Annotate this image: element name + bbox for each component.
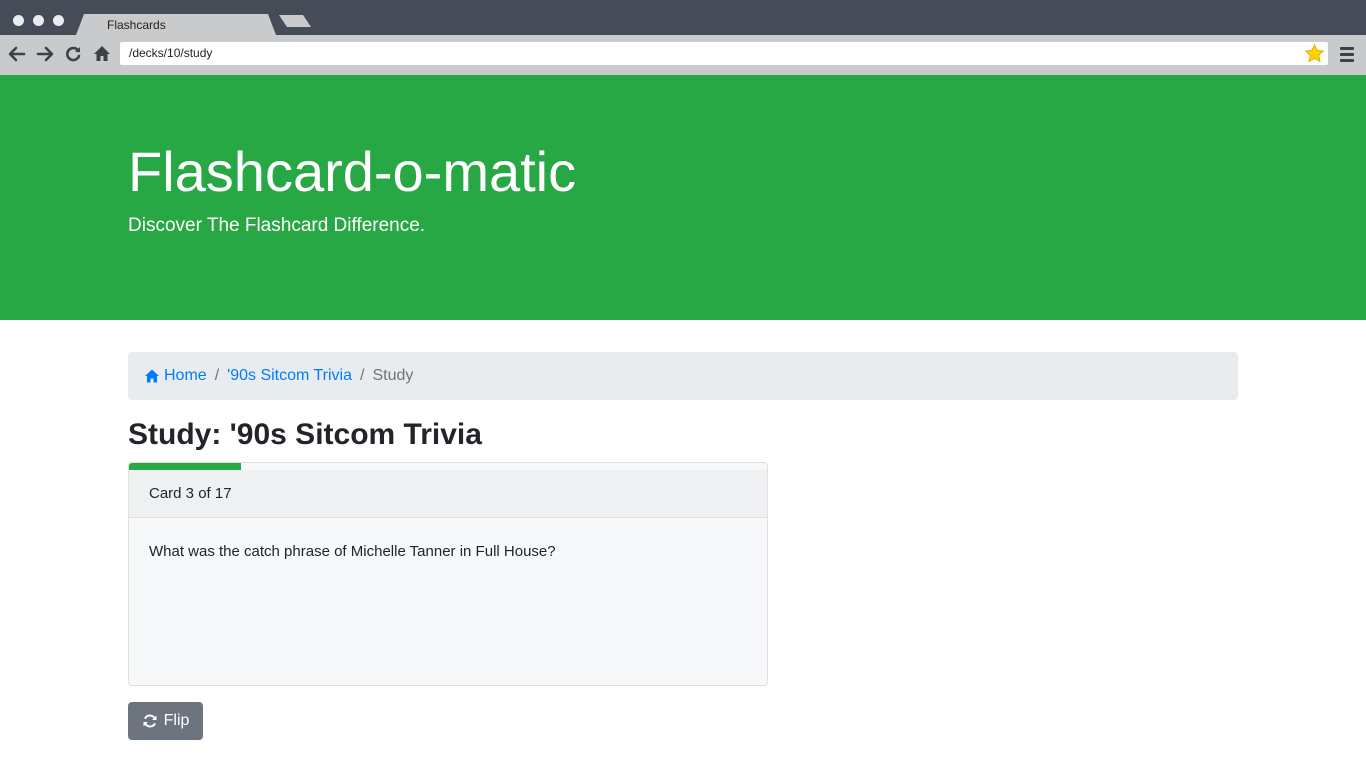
flip-button[interactable]: Flip — [128, 702, 203, 740]
header-jumbotron: Flashcard-o-matic Discover The Flashcard… — [0, 75, 1366, 320]
browser-menu-icon[interactable] — [1340, 44, 1356, 64]
home-nav-icon[interactable] — [92, 44, 112, 64]
breadcrumb-separator: / — [214, 367, 220, 384]
window-maximize-dot[interactable] — [53, 15, 64, 26]
address-bar[interactable]: /decks/10/study — [120, 42, 1328, 65]
star-icon[interactable] — [1304, 43, 1325, 64]
reload-icon[interactable] — [63, 44, 83, 64]
study-progress-bar — [129, 463, 767, 470]
browser-tab-title: Flashcards — [107, 18, 166, 32]
breadcrumb: Home / '90s Sitcom Trivia / Study — [128, 352, 1238, 400]
breadcrumb-home-label: Home — [164, 367, 207, 384]
back-arrow-icon[interactable] — [7, 44, 27, 64]
flashcard-header: Card 3 of 17 — [129, 470, 767, 518]
breadcrumb-separator: / — [360, 367, 365, 384]
site-title: Flashcard-o-matic — [128, 140, 577, 203]
page-title: Study: '90s Sitcom Trivia — [128, 418, 482, 451]
forward-arrow-icon[interactable] — [35, 44, 55, 64]
new-tab-button[interactable] — [279, 15, 311, 27]
site-tagline: Discover The Flashcard Difference. — [128, 215, 426, 236]
flashcard-front-text: What was the catch phrase of Michelle Ta… — [149, 543, 556, 560]
flashcard: Card 3 of 17 What was the catch phrase o… — [128, 462, 768, 686]
browser-tab[interactable]: Flashcards — [76, 14, 276, 35]
window-minimize-dot[interactable] — [33, 15, 44, 26]
window-close-dot[interactable] — [13, 15, 24, 26]
browser-titlebar: Flashcards — [0, 0, 1366, 35]
flip-button-label: Flip — [163, 712, 190, 729]
breadcrumb-home-link[interactable]: Home — [144, 367, 207, 385]
card-counter: Card 3 of 17 — [149, 485, 232, 502]
browser-toolbar: /decks/10/study — [0, 35, 1366, 75]
breadcrumb-current: Study — [372, 367, 414, 384]
flip-icon — [142, 713, 158, 729]
home-icon — [144, 368, 160, 384]
breadcrumb-deck-link[interactable]: '90s Sitcom Trivia — [227, 367, 352, 385]
study-progress-fill — [129, 463, 242, 470]
address-bar-url: /decks/10/study — [129, 46, 213, 60]
